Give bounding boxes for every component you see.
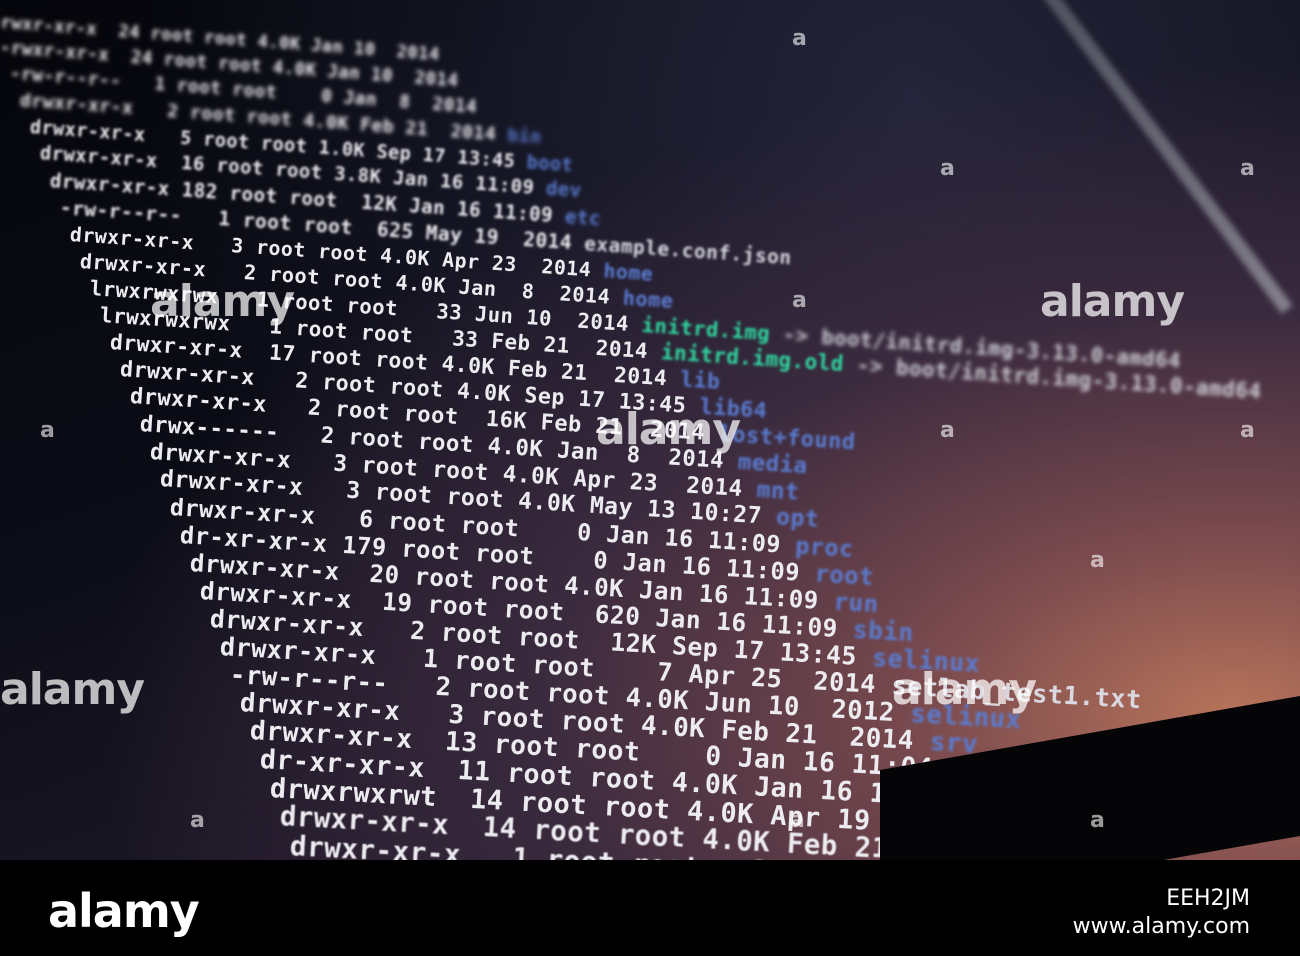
footer-image-code: EEH2JM — [1166, 886, 1250, 911]
file-permissions: drwxr-xr-x — [19, 90, 135, 120]
watermark-mark: a — [940, 156, 955, 181]
file-name: lib — [679, 367, 722, 395]
file-name: media — [737, 449, 809, 480]
watermark-logo: alamy — [596, 404, 741, 455]
footer-url: www.alamy.com — [1072, 914, 1250, 939]
file-name: opt — [775, 504, 820, 533]
file-name: dev — [545, 178, 583, 202]
watermark-mark: a — [790, 808, 805, 833]
watermark-mark: a — [190, 808, 205, 833]
file-permissions: -rw-r--r-- — [9, 64, 122, 93]
file-permissions: -rwxr-xr-x — [0, 38, 110, 66]
file-permissions: drwxr-xr-x — [29, 116, 147, 146]
watermark-mark: a — [40, 418, 55, 443]
watermark-logo: alamy — [150, 276, 295, 327]
watermark-mark: a — [1240, 418, 1255, 443]
file-name: home — [602, 258, 655, 286]
watermark-logo: alamy — [1040, 276, 1185, 327]
file-name: boot — [526, 151, 574, 177]
watermark-mark: a — [792, 288, 807, 313]
terminal-photo: -rwxr-xr-x 24 root root 4.0K Jan 10 2014… — [0, 0, 1300, 956]
file-name: bin — [506, 125, 543, 149]
watermark-logo: alamy — [0, 664, 145, 715]
file-name: mnt — [756, 476, 801, 506]
watermark-mark: a — [940, 418, 955, 443]
watermark-mark: a — [1090, 808, 1105, 833]
watermark-mark: a — [792, 26, 807, 51]
watermark-mark: a — [1090, 548, 1105, 573]
file-name: home — [622, 285, 675, 314]
watermark-mark: a — [1240, 156, 1255, 181]
file-permissions: -rwxr-xr-x — [0, 12, 98, 40]
watermark-logo: alamy — [892, 664, 1037, 715]
file-permissions: drwxr-xr-x — [39, 143, 159, 173]
footer-logo: alamy — [48, 884, 200, 938]
file-name: etc — [564, 205, 602, 231]
